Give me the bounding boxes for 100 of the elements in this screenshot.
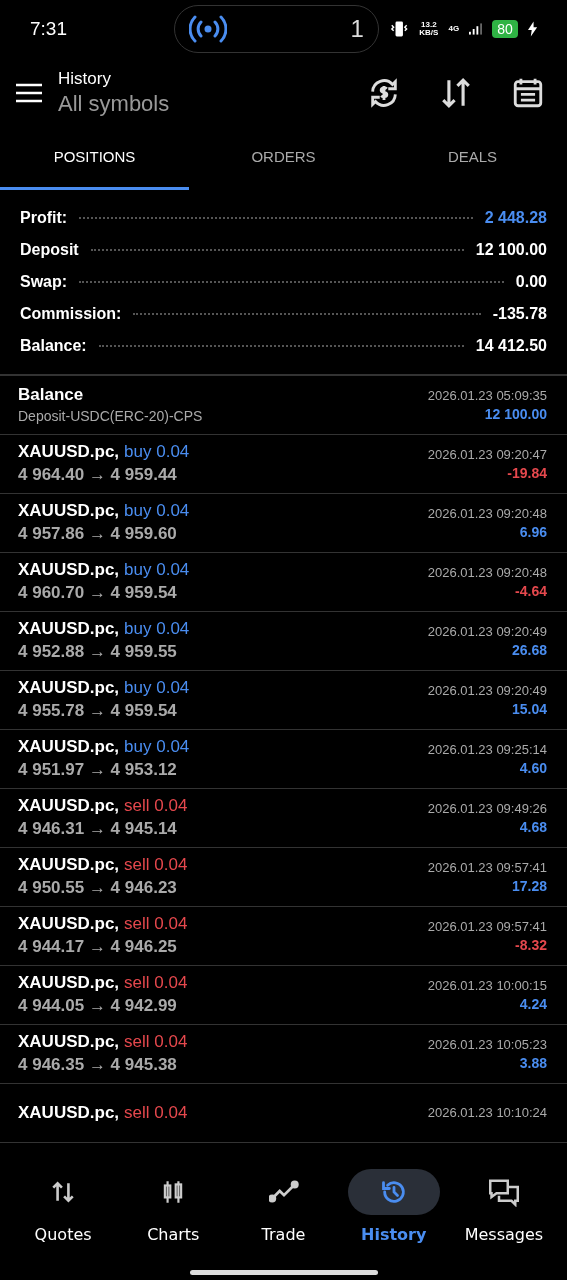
timestamp: 2026.01.23 09:57:41: [427, 918, 547, 934]
symbol-name: XAUUSD.pc,: [18, 1102, 120, 1123]
summary-label: Swap:: [20, 272, 68, 291]
price-change: 4 951.97 → 4 953.12: [18, 760, 178, 781]
symbol-name: XAUUSD.pc,: [18, 442, 120, 463]
timestamp: 2026.01.23 09:20:49: [427, 623, 547, 639]
signal-icon: [469, 23, 483, 36]
timestamp: 2026.01.23 09:57:41: [427, 859, 547, 875]
symbol-name: XAUUSD.pc,: [18, 560, 120, 581]
profit-amount: 15.04: [511, 700, 547, 717]
symbol-name: Balance: [18, 385, 84, 406]
profit-amount: 4.24: [519, 995, 547, 1012]
history-row[interactable]: XAUUSD.pc, sell 0.04 4 944.17 → 4 946.25 2026.01.23 09:57:41 -8.32: [0, 906, 567, 966]
menu-icon[interactable]: [16, 82, 42, 103]
tab[interactable]: DEALS: [378, 126, 567, 190]
history-row[interactable]: XAUUSD.pc, buy 0.04 4 964.40 → 4 959.44 2026.01.23 09:20:47 -19.84: [0, 434, 567, 494]
notification-count: 1: [350, 15, 364, 44]
profit-amount: 4.68: [519, 818, 547, 835]
profit-amount: 12 100.00: [484, 405, 547, 422]
order-type: sell 0.04: [124, 1102, 188, 1123]
order-type: buy 0.04: [124, 442, 190, 463]
history-row[interactable]: Balance Deposit-USDC(ERC-20)-CPS 2026.01.23 05:09:35 12 100.00: [0, 375, 567, 435]
price-change: 4 964.40 → 4 959.44: [18, 465, 178, 486]
order-type: sell 0.04: [124, 796, 188, 817]
battery-level: 80: [492, 20, 518, 39]
order-type: buy 0.04: [124, 678, 190, 699]
price-change: 4 944.17 → 4 946.25: [18, 937, 178, 958]
symbol-filter[interactable]: All symbols: [58, 90, 335, 117]
symbol-name: XAUUSD.pc,: [18, 1032, 120, 1053]
profit-amount: 6.96: [519, 523, 547, 540]
timestamp: 2026.01.23 10:05:23: [427, 1036, 547, 1052]
order-type: buy 0.04: [124, 501, 190, 522]
history-row[interactable]: XAUUSD.pc, buy 0.04 4 960.70 → 4 959.54 2026.01.23 09:20:48 -4.64: [0, 552, 567, 612]
tab[interactable]: POSITIONS: [0, 126, 189, 190]
symbol-name: XAUUSD.pc,: [18, 914, 120, 935]
price-change: 4 952.88 → 4 959.55: [18, 642, 178, 663]
price-change: 4 950.55 → 4 946.23: [18, 878, 178, 899]
timestamp: 2026.01.23 09:20:48: [427, 564, 547, 580]
history-row[interactable]: XAUUSD.pc, sell 0.04 4 946.35 → 4 945.38 2026.01.23 10:05:23 3.88: [0, 1024, 567, 1084]
price-change: 4 946.35 → 4 945.38: [18, 1055, 178, 1076]
network-speed: 13.2 KB/S: [419, 21, 439, 38]
profit-amount: -19.84: [507, 464, 547, 481]
profit-amount: 17.28: [511, 877, 547, 894]
order-type: buy 0.04: [124, 560, 190, 581]
timestamp: 2026.01.23 09:20:49: [427, 682, 547, 698]
timestamp: 2026.01.23 09:25:14: [427, 741, 547, 757]
summary-label: Deposit: [20, 240, 79, 259]
profit-amount: -8.32: [515, 936, 547, 953]
history-row[interactable]: XAUUSD.pc, buy 0.04 4 957.86 → 4 959.60 2026.01.23 09:20:48 6.96: [0, 493, 567, 553]
timestamp: 2026.01.23 09:20:47: [427, 446, 547, 462]
symbol-name: XAUUSD.pc,: [18, 678, 120, 699]
timestamp: 2026.01.23 10:10:24: [427, 1105, 547, 1121]
summary-label: Commission:: [20, 304, 122, 323]
history-row[interactable]: XAUUSD.pc, buy 0.04 4 951.97 → 4 953.12 2026.01.23 09:25:14 4.60: [0, 729, 567, 789]
symbol-name: XAUUSD.pc,: [18, 737, 120, 758]
summary-label: Balance:: [20, 336, 87, 355]
summary-value: 14 412.50: [475, 336, 547, 355]
timestamp: 2026.01.23 09:49:26: [427, 800, 547, 816]
timestamp: 2026.01.23 09:20:48: [427, 505, 547, 521]
tab[interactable]: ORDERS: [189, 126, 378, 190]
timestamp: 2026.01.23 05:09:35: [427, 387, 547, 403]
symbol-name: XAUUSD.pc,: [18, 796, 120, 817]
order-type: sell 0.04: [124, 914, 188, 935]
price-change: 4 957.86 → 4 959.60: [18, 524, 178, 545]
summary-value: 12 100.00: [475, 240, 547, 259]
line-chart-icon: [268, 1178, 299, 1205]
history-row[interactable]: XAUUSD.pc, sell 0.04 2026.01.23 10:10:24: [0, 1083, 567, 1143]
profit-amount: 3.88: [519, 1054, 547, 1071]
price-change: 4 955.78 → 4 959.54: [18, 701, 178, 722]
symbol-name: XAUUSD.pc,: [18, 855, 120, 876]
broadcast-icon: [189, 15, 228, 44]
clock: 7:31: [30, 18, 68, 41]
history-row[interactable]: XAUUSD.pc, sell 0.04 4 950.55 → 4 946.23 2026.01.23 09:57:41 17.28: [0, 847, 567, 907]
price-change: 4 944.05 → 4 942.99: [18, 996, 178, 1017]
summary-value: 0.00: [515, 272, 547, 291]
history-row[interactable]: XAUUSD.pc, buy 0.04 4 952.88 → 4 959.55 2026.01.23 09:20:49 26.68: [0, 611, 567, 671]
history-row[interactable]: XAUUSD.pc, sell 0.04 4 946.31 → 4 945.14 2026.01.23 09:49:26 4.68: [0, 788, 567, 848]
order-type: sell 0.04: [124, 973, 188, 994]
profit-amount: 26.68: [511, 641, 547, 658]
profit-amount: -4.64: [515, 582, 547, 599]
symbol-name: XAUUSD.pc,: [18, 619, 120, 640]
order-type: buy 0.04: [124, 619, 190, 640]
timestamp: 2026.01.23 10:00:15: [427, 977, 547, 993]
nav-tab[interactable]: Charts: [118, 1168, 229, 1244]
profit-amount: 4.60: [519, 759, 547, 776]
charging-icon: [527, 21, 537, 38]
vibrate-icon: [388, 20, 410, 39]
history-row[interactable]: XAUUSD.pc, sell 0.04 4 944.05 → 4 942.99 2026.01.23 10:00:15 4.24: [0, 965, 567, 1025]
summary-label: Profit:: [20, 208, 68, 227]
symbol-name: XAUUSD.pc,: [18, 973, 120, 994]
screen-title: History: [58, 68, 112, 89]
order-type: buy 0.04: [124, 737, 190, 758]
nav-tab[interactable]: Messages: [448, 1168, 559, 1244]
order-type: sell 0.04: [124, 1032, 188, 1053]
nav-tab[interactable]: Quotes: [8, 1168, 119, 1244]
summary-value: 2 448.28: [484, 208, 547, 227]
order-type: sell 0.04: [124, 855, 188, 876]
symbol-name: XAUUSD.pc,: [18, 501, 120, 522]
nav-tab[interactable]: Trade: [228, 1168, 339, 1244]
history-row[interactable]: XAUUSD.pc, buy 0.04 4 955.78 → 4 959.54 2026.01.23 09:20:49 15.04: [0, 670, 567, 730]
